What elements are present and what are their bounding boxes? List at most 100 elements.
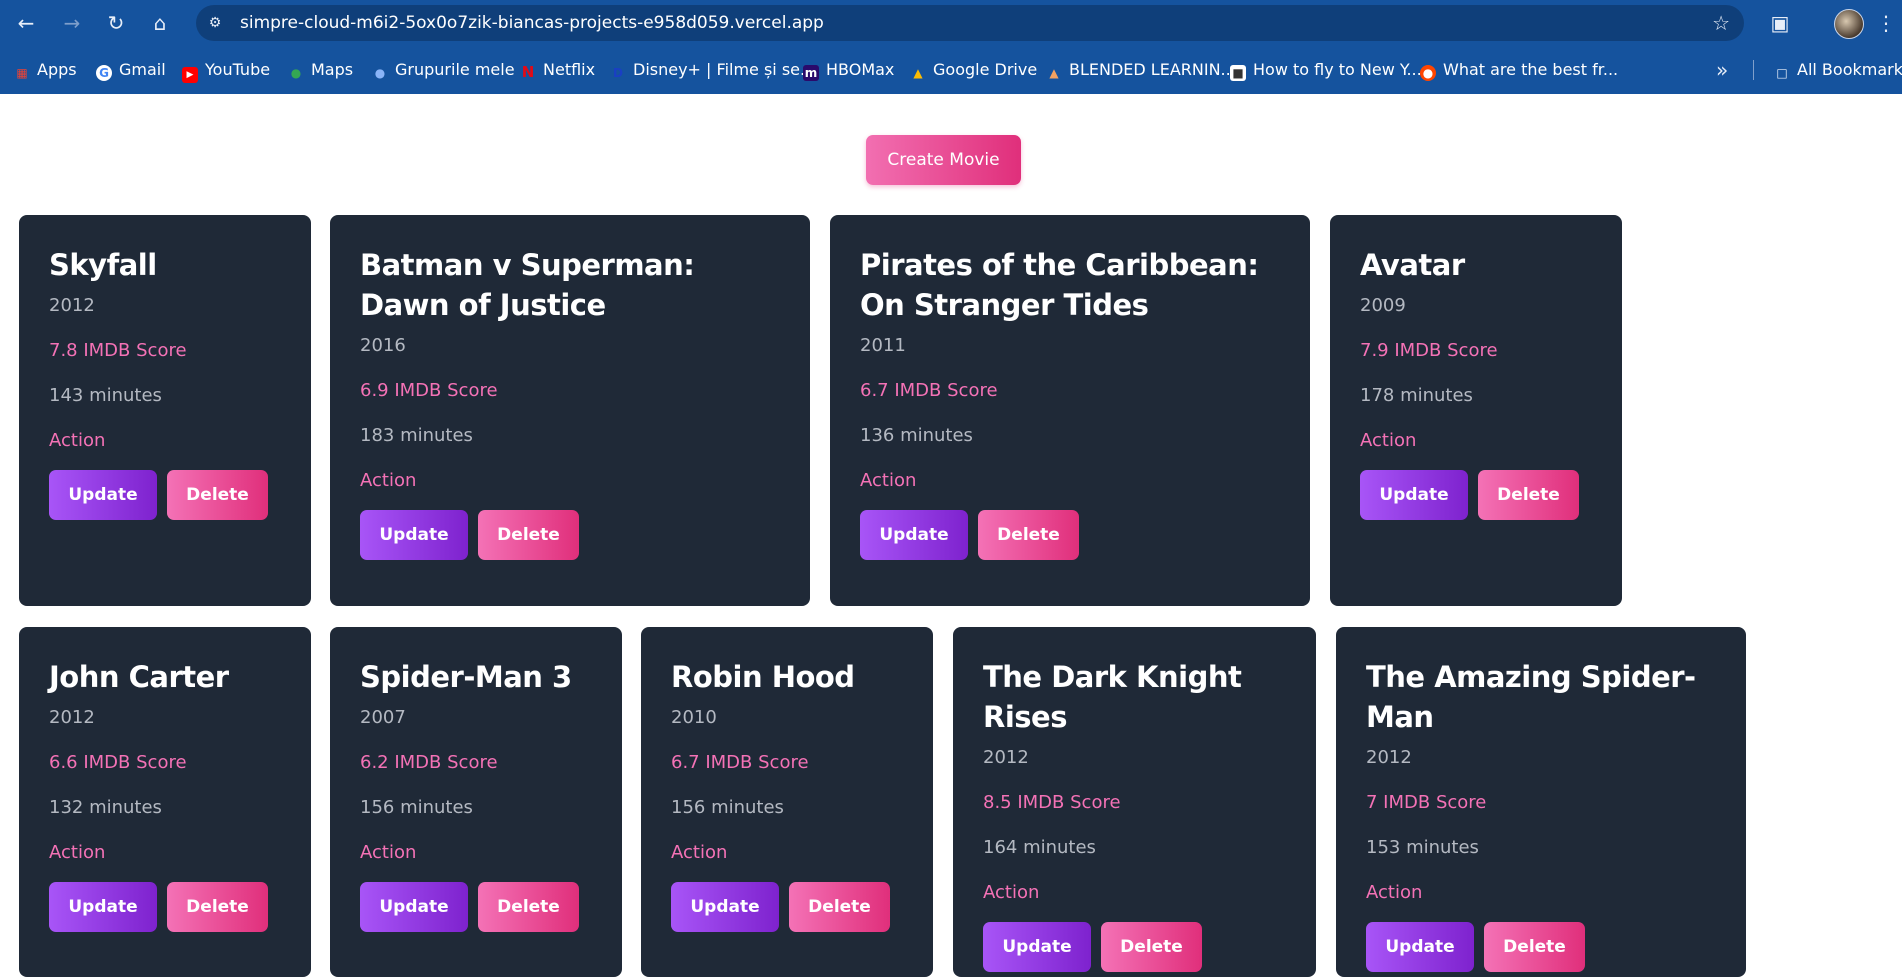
extensions-icon[interactable]: ▣	[1766, 9, 1794, 37]
profile-avatar[interactable]	[1834, 9, 1864, 39]
disney-icon: D	[613, 66, 623, 80]
update-button[interactable]: Update	[671, 882, 779, 932]
update-button[interactable]: Update	[360, 510, 468, 560]
groups-icon: ●	[374, 66, 386, 80]
update-button[interactable]: Update	[1360, 470, 1468, 520]
movie-duration: 136 minutes	[860, 425, 973, 446]
delete-button[interactable]: Delete	[1484, 922, 1585, 972]
bookmark-gmail[interactable]: G Gmail	[96, 46, 166, 94]
movie-score: 6.7 IMDB Score	[671, 752, 809, 773]
blended-learning-icon: ▲	[1049, 66, 1059, 80]
update-button[interactable]: Update	[860, 510, 968, 560]
bookmark-fly-new-york[interactable]: ■ How to fly to New Y...	[1230, 46, 1422, 94]
forward-icon[interactable]: →	[58, 9, 86, 37]
update-button[interactable]: Update	[360, 882, 468, 932]
movie-card: Pirates of the Caribbean: On Stranger Ti…	[830, 215, 1310, 606]
bookmarks-divider	[1753, 60, 1754, 80]
movie-score: 6.9 IMDB Score	[360, 380, 498, 401]
apps-grid-icon: ▦	[16, 66, 28, 80]
bookmark-apps[interactable]: ▦ Apps	[14, 46, 76, 94]
reddit-icon: ●	[1420, 65, 1436, 81]
movie-score: 7.8 IMDB Score	[49, 340, 187, 361]
delete-button[interactable]: Delete	[978, 510, 1079, 560]
bookmark-star-icon[interactable]: ☆	[1712, 5, 1730, 41]
movie-genre: Action	[860, 470, 917, 491]
update-button[interactable]: Update	[49, 882, 157, 932]
update-button[interactable]: Update	[1366, 922, 1474, 972]
bookmark-netflix[interactable]: N Netflix	[520, 46, 595, 94]
delete-button[interactable]: Delete	[478, 882, 579, 932]
movie-year: 2010	[671, 707, 717, 728]
bookmark-groups[interactable]: ● Grupurile mele	[372, 46, 515, 94]
movie-duration: 178 minutes	[1360, 385, 1473, 406]
delete-button[interactable]: Delete	[1478, 470, 1579, 520]
movie-genre: Action	[360, 842, 417, 863]
maps-pin-icon: ●	[290, 66, 302, 80]
bookmark-blended-learning[interactable]: ▲ BLENDED LEARNIN...	[1046, 46, 1235, 94]
delete-button[interactable]: Delete	[167, 882, 268, 932]
movie-score: 8.5 IMDB Score	[983, 792, 1121, 813]
movie-year: 2016	[360, 335, 406, 356]
site-info-icon[interactable]: ⚙	[204, 12, 226, 34]
folder-icon: □	[1776, 66, 1788, 80]
movie-year: 2007	[360, 707, 406, 728]
bookmark-all-bookmarks[interactable]: □ All Bookmarks	[1774, 46, 1902, 94]
bookmark-hbomax[interactable]: m HBOMax	[803, 46, 894, 94]
menu-icon[interactable]: ⋮	[1876, 9, 1896, 37]
movie-score: 7 IMDB Score	[1366, 792, 1487, 813]
movie-genre: Action	[671, 842, 728, 863]
bookmark-google-drive[interactable]: ▲ Google Drive	[910, 46, 1037, 94]
bookmark-disney[interactable]: D Disney+ | Filme și se...	[610, 46, 815, 94]
movie-card: The Dark Knight Rises 2012 8.5 IMDB Scor…	[953, 627, 1316, 977]
hbomax-icon: m	[803, 65, 819, 81]
movie-year: 2011	[860, 335, 906, 356]
home-icon[interactable]: ⌂	[146, 9, 174, 37]
movie-title: Spider-Man 3	[360, 660, 572, 694]
movie-year: 2012	[1366, 747, 1412, 768]
movie-card: Avatar 2009 7.9 IMDB Score 178 minutes A…	[1330, 215, 1622, 606]
bookmark-reddit[interactable]: ● What are the best fr...	[1420, 46, 1618, 94]
movie-title: Batman v Superman: Dawn of Justice	[360, 248, 695, 322]
delete-button[interactable]: Delete	[478, 510, 579, 560]
movie-score: 6.7 IMDB Score	[860, 380, 998, 401]
movie-score: 6.2 IMDB Score	[360, 752, 498, 773]
delete-button[interactable]: Delete	[1101, 922, 1202, 972]
bookmark-maps[interactable]: ● Maps	[288, 46, 353, 94]
bookmark-youtube[interactable]: ▶ YouTube	[182, 46, 270, 94]
google-icon: G	[96, 65, 112, 81]
back-icon[interactable]: ←	[12, 9, 40, 37]
movie-genre: Action	[49, 430, 106, 451]
update-button[interactable]: Update	[49, 470, 157, 520]
address-bar[interactable]: ⚙ simpre-cloud-m6i2-5ox0o7zik-biancas-pr…	[196, 5, 1744, 41]
url-text[interactable]: simpre-cloud-m6i2-5ox0o7zik-biancas-proj…	[240, 5, 824, 41]
movie-duration: 132 minutes	[49, 797, 162, 818]
create-movie-button[interactable]: Create Movie	[866, 135, 1021, 185]
movie-card: The Amazing Spider-Man 2012 7 IMDB Score…	[1336, 627, 1746, 977]
delete-button[interactable]: Delete	[789, 882, 890, 932]
movie-year: 2012	[49, 295, 95, 316]
movie-title: Avatar	[1360, 248, 1465, 282]
movie-card: John Carter 2012 6.6 IMDB Score 132 minu…	[19, 627, 311, 977]
bookmarks-bar: ▦ Apps G Gmail ▶ YouTube ● Maps ● Grupurile m…	[0, 46, 1902, 94]
movie-title: John Carter	[49, 660, 229, 694]
movie-score: 7.9 IMDB Score	[1360, 340, 1498, 361]
delete-button[interactable]: Delete	[167, 470, 268, 520]
update-button[interactable]: Update	[983, 922, 1091, 972]
movie-year: 2012	[983, 747, 1029, 768]
bookmarks-overflow-icon[interactable]: »	[1716, 46, 1728, 94]
reload-icon[interactable]: ↻	[102, 9, 130, 37]
youtube-icon: ▶	[182, 67, 198, 83]
movie-title: Pirates of the Caribbean: On Stranger Ti…	[860, 248, 1259, 322]
movie-duration: 156 minutes	[671, 797, 784, 818]
page-thumbnail-icon: ■	[1230, 65, 1246, 81]
movie-title: Skyfall	[49, 248, 157, 282]
movie-title: The Dark Knight Rises	[983, 660, 1242, 734]
movie-card: Robin Hood 2010 6.7 IMDB Score 156 minut…	[641, 627, 933, 977]
movie-duration: 183 minutes	[360, 425, 473, 446]
movie-year: 2012	[49, 707, 95, 728]
movie-year: 2009	[1360, 295, 1406, 316]
movie-title: Robin Hood	[671, 660, 855, 694]
movie-genre: Action	[983, 882, 1040, 903]
movie-genre: Action	[49, 842, 106, 863]
browser-toolbar: ← → ↻ ⌂ ⚙ simpre-cloud-m6i2-5ox0o7zik-bi…	[0, 0, 1902, 46]
